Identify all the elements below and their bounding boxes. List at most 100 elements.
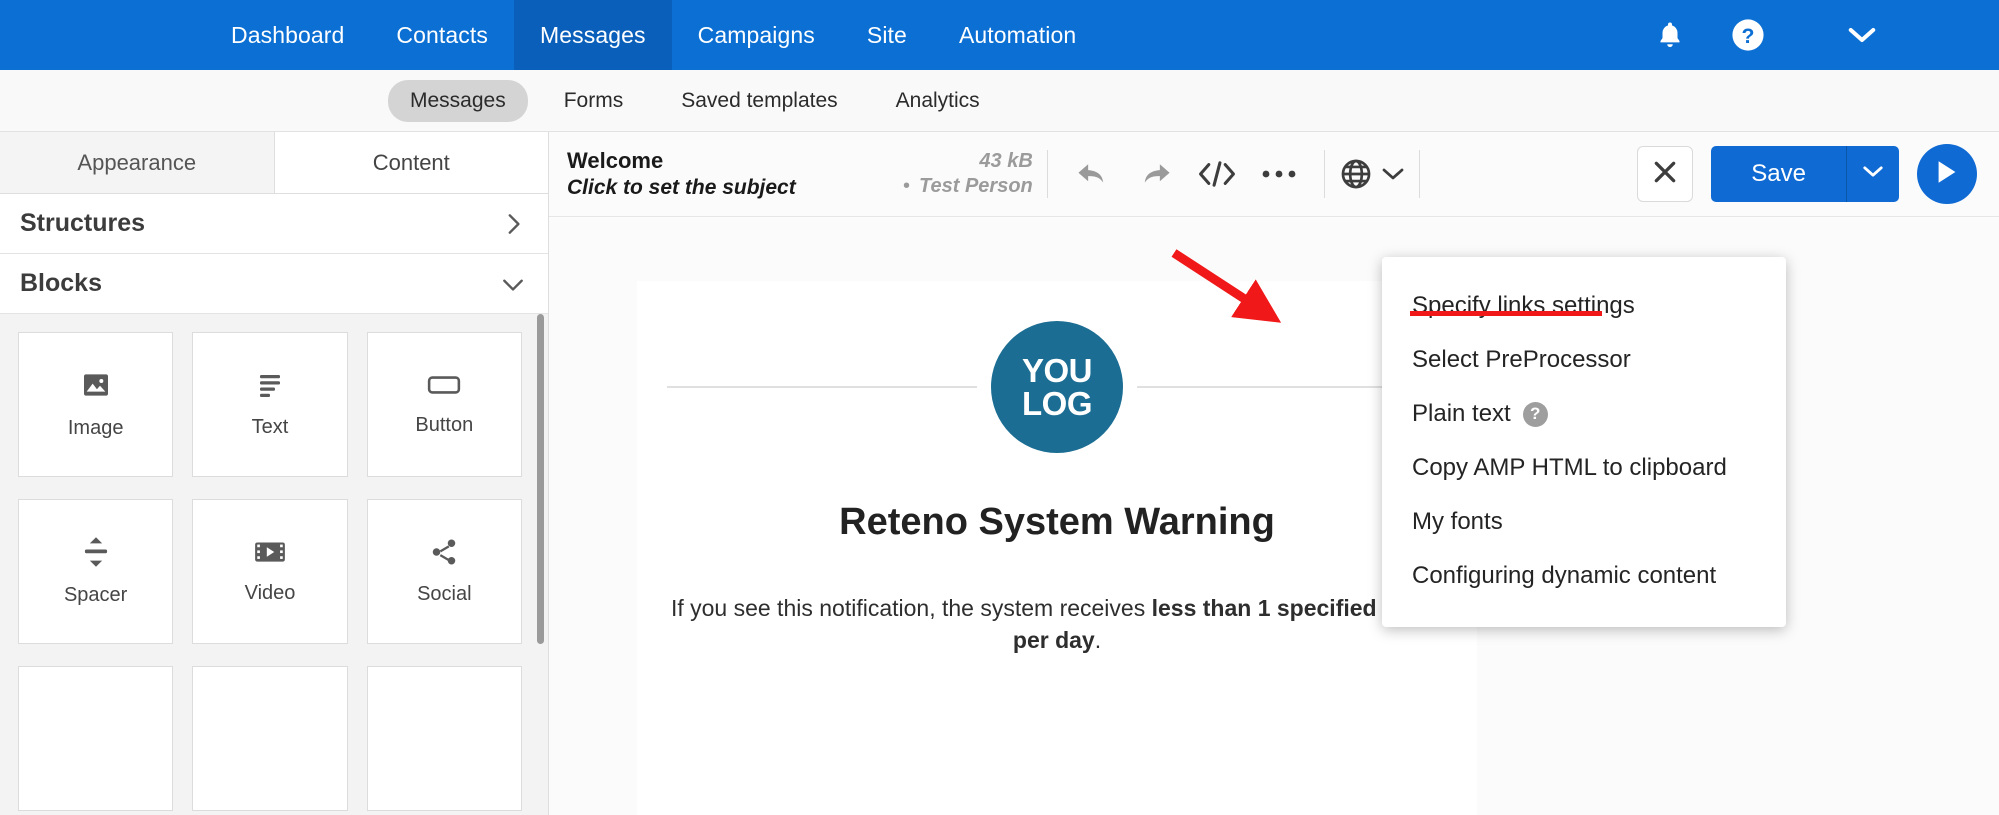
email-inner: YOU LOG Reteno System Warning If you see…: [637, 281, 1477, 656]
logo-placeholder[interactable]: YOU LOG: [991, 321, 1123, 453]
block-video[interactable]: Video: [192, 499, 348, 644]
help-circle-icon[interactable]: ?: [1522, 401, 1548, 427]
topnav-item-dashboard[interactable]: Dashboard: [205, 0, 370, 70]
logo-line-2: LOG: [1022, 385, 1093, 422]
block-extra-2[interactable]: [192, 666, 348, 811]
block-spacer[interactable]: Spacer: [18, 499, 174, 644]
menu-item-configuring-dynamic-content[interactable]: Configuring dynamic content: [1382, 549, 1786, 603]
editor-sidebar: Appearance Content Structures Blocks Ima…: [0, 132, 549, 815]
language-selector[interactable]: [1339, 157, 1405, 191]
block-button[interactable]: Button: [366, 332, 522, 477]
topnav-label: Automation: [958, 21, 1077, 48]
menu-item-select-preprocessor[interactable]: Select PreProcessor: [1382, 333, 1786, 387]
sidebar-scrollbar[interactable]: [537, 314, 544, 644]
meta-separator: •: [903, 175, 911, 197]
message-size: 43 kB: [979, 150, 1033, 172]
accordion-blocks[interactable]: Blocks: [0, 254, 548, 314]
redo-arrow-icon: [1138, 159, 1172, 189]
topnav-actions: ?: [1631, 0, 1999, 70]
globe-icon: [1339, 157, 1373, 191]
undo-arrow-icon: [1076, 159, 1110, 189]
svg-text:?: ?: [1742, 24, 1755, 48]
menu-item-copy-amp-html[interactable]: Copy AMP HTML to clipboard: [1382, 441, 1786, 495]
chevron-down-icon: [500, 271, 526, 297]
subnav-item-analytics[interactable]: Analytics: [874, 80, 1002, 122]
menu-item-label: Plain text: [1412, 400, 1511, 427]
block-image[interactable]: Image: [18, 332, 174, 477]
email-paragraph[interactable]: If you see this notification, the system…: [667, 592, 1447, 656]
menu-item-label: Copy AMP HTML to clipboard: [1412, 454, 1727, 481]
block-extra-3[interactable]: [366, 666, 522, 811]
tab-content[interactable]: Content: [274, 132, 548, 194]
topnav-label: Contacts: [396, 21, 488, 48]
sub-navigation-bar: Messages Forms Saved templates Analytics: [0, 70, 1999, 132]
block-label: Button: [415, 414, 474, 436]
share-icon: [429, 537, 459, 567]
button-icon: [427, 372, 461, 398]
help-button[interactable]: ?: [1709, 0, 1787, 70]
save-button-group: Save: [1711, 146, 1899, 202]
chevron-down-icon: [1862, 164, 1884, 184]
block-extra-1[interactable]: [18, 666, 174, 811]
subnav-label: Saved templates: [681, 88, 838, 112]
redo-button[interactable]: [1124, 145, 1186, 203]
html-code-button[interactable]: [1186, 145, 1248, 203]
topnav-item-automation[interactable]: Automation: [933, 0, 1102, 70]
undo-button[interactable]: [1062, 145, 1124, 203]
topnav-logo-space: [0, 0, 205, 70]
tab-appearance[interactable]: Appearance: [0, 132, 275, 194]
email-body-suffix: .: [1094, 627, 1102, 654]
save-button-label: Save: [1751, 160, 1806, 187]
block-label: Image: [67, 417, 124, 439]
top-navigation-bar: Dashboard Contacts Messages Campaigns Si…: [0, 0, 1999, 70]
sidebar-tabs: Appearance Content: [0, 132, 548, 194]
menu-item-plain-text[interactable]: Plain text ?: [1382, 387, 1786, 441]
save-options-button[interactable]: [1847, 146, 1899, 202]
header-rule-left: [667, 386, 977, 388]
help-circle-icon: ?: [1731, 18, 1765, 52]
save-button[interactable]: Save: [1711, 146, 1847, 202]
topnav-item-site[interactable]: Site: [841, 0, 933, 70]
toolbar-divider-3: [1418, 150, 1420, 198]
subject-block[interactable]: Welcome Click to set the subject: [567, 147, 897, 202]
subnav-item-forms[interactable]: Forms: [542, 80, 646, 122]
annotation-underline: [1410, 311, 1602, 316]
menu-item-my-fonts[interactable]: My fonts: [1382, 495, 1786, 549]
email-sheet[interactable]: YOU LOG Reteno System Warning If you see…: [637, 281, 1477, 815]
topnav-item-contacts[interactable]: Contacts: [370, 0, 514, 70]
notifications-button[interactable]: [1631, 0, 1709, 70]
close-editor-button[interactable]: [1637, 146, 1694, 202]
preview-button[interactable]: [1917, 144, 1977, 204]
toolbar-divider-1: [1046, 150, 1048, 198]
email-heading[interactable]: Reteno System Warning: [667, 501, 1447, 544]
subnav-item-saved-templates[interactable]: Saved templates: [659, 80, 859, 122]
accordion-structures[interactable]: Structures: [0, 194, 548, 254]
block-label: Social: [417, 583, 472, 605]
bell-icon: [1655, 19, 1685, 51]
subnav-item-messages[interactable]: Messages: [388, 79, 528, 122]
accordion-structures-label: Structures: [20, 209, 146, 237]
topnav-label: Site: [866, 21, 907, 48]
blocks-panel: Image Text Button Spacer Video Social: [0, 314, 548, 815]
email-body-prefix: If you see this notification, the system…: [670, 595, 1152, 621]
blocks-grid: Image Text Button Spacer Video Social: [18, 332, 522, 811]
block-label: Spacer: [63, 584, 128, 606]
tab-label: Appearance: [77, 149, 197, 175]
menu-item-specify-links-settings[interactable]: Specify links settings: [1382, 279, 1786, 333]
ellipsis-icon: [1261, 167, 1297, 181]
topnav-items: Dashboard Contacts Messages Campaigns Si…: [205, 0, 1102, 70]
spacer-arrows-icon: [81, 536, 111, 568]
block-label: Video: [244, 582, 296, 604]
chevron-down-icon: [1847, 25, 1877, 45]
video-icon: [253, 538, 287, 566]
message-recipient: Test Person: [919, 175, 1033, 197]
block-social[interactable]: Social: [366, 499, 522, 644]
more-options-button[interactable]: [1248, 145, 1310, 203]
topnav-item-messages[interactable]: Messages: [514, 0, 672, 70]
block-text[interactable]: Text: [192, 332, 348, 477]
topnav-label: Dashboard: [231, 21, 345, 48]
account-menu-button[interactable]: [1787, 0, 1937, 70]
topnav-item-campaigns[interactable]: Campaigns: [672, 0, 841, 70]
block-label: Text: [251, 416, 289, 438]
subnav-label: Messages: [410, 88, 506, 112]
